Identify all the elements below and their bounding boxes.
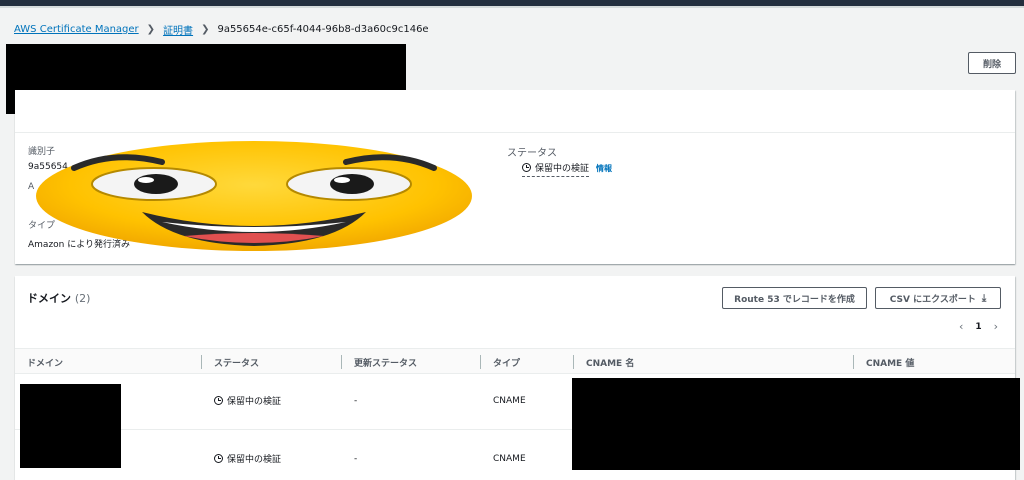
chevron-left-icon[interactable]: ‹ bbox=[959, 320, 963, 333]
chevron-right-icon: ❯ bbox=[146, 23, 156, 35]
column-header-domain[interactable]: ドメイン bbox=[27, 356, 63, 369]
row-status-text: 保留中の検証 bbox=[227, 397, 282, 407]
status-text: 保留中の検証 bbox=[535, 164, 590, 174]
smiley-face-overlay-icon bbox=[36, 141, 472, 251]
column-header-cname-value[interactable]: CNAME 値 bbox=[866, 356, 914, 369]
chevron-right-icon[interactable]: › bbox=[994, 320, 998, 333]
column-header-type[interactable]: タイプ bbox=[493, 356, 520, 369]
status-value[interactable]: 保留中の検証 bbox=[522, 161, 590, 177]
column-divider[interactable] bbox=[341, 355, 342, 369]
export-csv-button[interactable]: CSV にエクスポート ⤓ bbox=[875, 287, 1001, 309]
top-nav-divider bbox=[0, 6, 1024, 8]
clock-icon bbox=[522, 163, 531, 172]
domains-count: (2) bbox=[74, 292, 91, 305]
domains-heading: ドメイン (2) bbox=[27, 290, 90, 306]
chevron-right-icon: ❯ bbox=[201, 23, 210, 35]
breadcrumb-certificates-link[interactable]: 証明書 bbox=[163, 22, 193, 37]
row-type: CNAME bbox=[493, 396, 526, 406]
column-divider[interactable] bbox=[201, 355, 202, 369]
redacted-domain-names bbox=[20, 384, 121, 468]
redacted-cname-values bbox=[572, 378, 1020, 470]
domains-title: ドメイン bbox=[27, 292, 71, 305]
column-divider[interactable] bbox=[853, 355, 854, 369]
column-header-status[interactable]: ステータス bbox=[214, 356, 259, 369]
row-type: CNAME bbox=[493, 454, 526, 464]
status-label: ステータス bbox=[507, 148, 557, 159]
clock-icon bbox=[214, 396, 223, 405]
panel-divider bbox=[15, 132, 1015, 133]
clock-icon bbox=[214, 454, 223, 463]
column-header-cname-name[interactable]: CNAME 名 bbox=[586, 356, 634, 369]
table-header: ドメイン ステータス 更新ステータス タイプ CNAME 名 CNAME 値 bbox=[15, 348, 1015, 374]
breadcrumb-current: 9a55654e-c65f-4044-96b8-d3a60c9c146e bbox=[217, 23, 429, 35]
row-renewal-status: - bbox=[354, 454, 358, 464]
row-status: 保留中の検証 bbox=[214, 394, 281, 407]
download-icon: ⤓ bbox=[981, 292, 987, 304]
create-route53-records-button[interactable]: Route 53 でレコードを作成 bbox=[722, 287, 867, 309]
breadcrumb: AWS Certificate Manager ❯ 証明書 ❯ 9a55654e… bbox=[14, 21, 429, 37]
pagination: ‹ 1 › bbox=[953, 320, 1004, 333]
info-link[interactable]: 情報 bbox=[596, 163, 612, 174]
row-status-text: 保留中の検証 bbox=[227, 455, 282, 465]
export-csv-label: CSV にエクスポート bbox=[889, 294, 976, 305]
breadcrumb-acm-link[interactable]: AWS Certificate Manager bbox=[14, 24, 139, 35]
page-number[interactable]: 1 bbox=[975, 322, 981, 332]
column-divider[interactable] bbox=[480, 355, 481, 369]
column-divider[interactable] bbox=[573, 355, 574, 369]
column-header-renewal-status[interactable]: 更新ステータス bbox=[354, 356, 417, 369]
row-renewal-status: - bbox=[354, 396, 358, 406]
row-status: 保留中の検証 bbox=[214, 452, 281, 465]
delete-button[interactable]: 削除 bbox=[968, 52, 1016, 74]
